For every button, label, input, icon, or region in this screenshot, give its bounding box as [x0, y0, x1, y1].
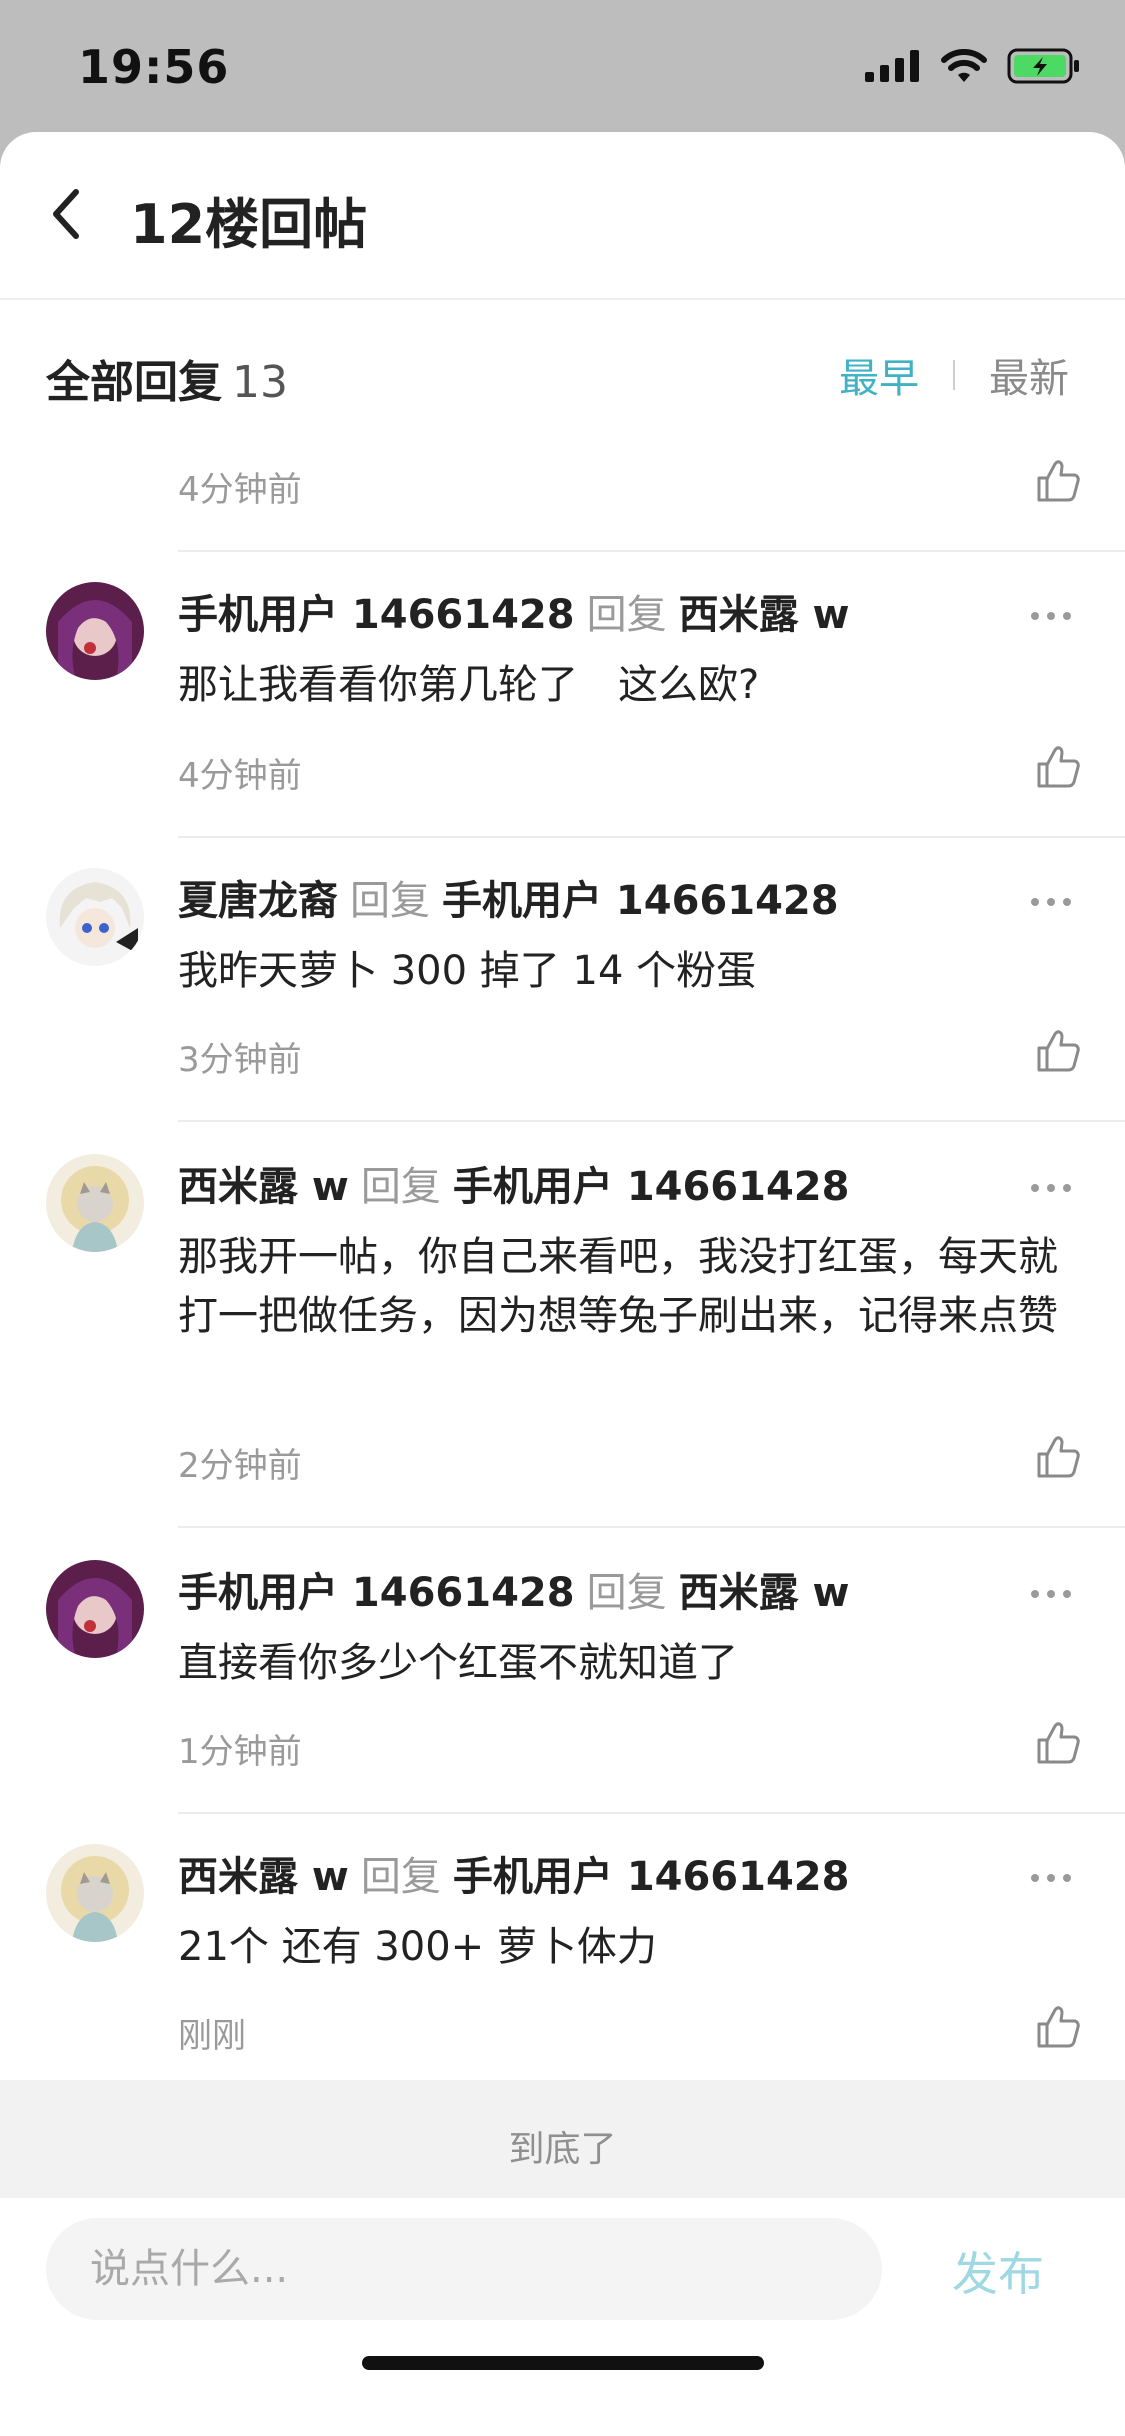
reply-target[interactable]: 西米露 w	[679, 1570, 850, 1616]
reply-word: 回复	[586, 1570, 667, 1616]
reply-word: 回复	[586, 592, 667, 638]
reply-time: 1分钟前	[178, 1732, 302, 1772]
more-options-icon[interactable]	[1029, 610, 1073, 622]
reply-content: 西米露 w 回复 手机用户 14661428 21个 还有 300+ 萝卜体力	[178, 1844, 1125, 1977]
avatar[interactable]	[46, 868, 144, 966]
status-icons	[865, 48, 1081, 84]
comment-input[interactable]	[46, 2218, 882, 2320]
reply-time: 刚刚	[178, 2016, 246, 2056]
like-icon[interactable]	[1035, 2004, 1081, 2050]
reply-divider	[178, 836, 1125, 838]
reply-author[interactable]: 手机用户 14661428	[178, 592, 575, 638]
reply-count: 13	[232, 357, 288, 408]
reply-content: 西米露 w 回复 手机用户 14661428 那我开一帖，你自己来看吧，我没打红蛋，…	[178, 1154, 1125, 1346]
reply-text[interactable]: 我昨天萝卜 300 掉了 14 个粉蛋	[178, 942, 1125, 1001]
reply-meta: 西米露 w 回复 手机用户 14661428	[178, 1154, 1125, 1212]
reply-time: 4分钟前	[178, 756, 302, 796]
more-options-icon[interactable]	[1029, 1588, 1073, 1600]
home-indicator	[362, 2356, 764, 2370]
avatar[interactable]	[46, 1154, 144, 1252]
more-options-icon[interactable]	[1029, 896, 1073, 908]
reply-content: 夏唐龙裔 回复 手机用户 14661428 我昨天萝卜 300 掉了 14 个粉蛋	[178, 868, 1125, 1001]
reply-time: 3分钟前	[178, 1040, 302, 1080]
battery-icon	[1007, 48, 1079, 84]
reply-text[interactable]: 那让我看看你第几轮了 这么欧?	[178, 656, 1125, 715]
avatar[interactable]	[46, 1560, 144, 1658]
like-icon[interactable]	[1035, 1028, 1081, 1074]
more-options-icon[interactable]	[1029, 1182, 1073, 1194]
sort-earliest-button[interactable]: 最早	[839, 346, 919, 404]
reply-target[interactable]: 西米露 w	[679, 592, 850, 638]
like-icon[interactable]	[1035, 744, 1081, 790]
publish-button[interactable]: 发布	[952, 2238, 1044, 2304]
sort-bar: 全部回复 13 最早 最新	[0, 300, 1125, 444]
more-options-icon[interactable]	[1029, 1872, 1073, 1884]
sort-toggle: 最早 最新	[839, 346, 1069, 404]
all-replies-label: 全部回复 13	[46, 346, 288, 410]
reply-word: 回复	[360, 1854, 441, 1900]
reply-sheet: 12楼回帖 全部回复 13 最早 最新 4分钟前 手机用户 14661428 回复西…	[0, 132, 1125, 2436]
reply-target[interactable]: 手机用户 14661428	[453, 1854, 850, 1900]
signal-icon	[865, 50, 919, 82]
reply-text[interactable]: 21个 还有 300+ 萝卜体力	[178, 1918, 1125, 1977]
reply-author[interactable]: 西米露 w	[178, 1164, 349, 1210]
reply-meta: 西米露 w 回复 手机用户 14661428	[178, 1844, 1125, 1902]
reply-content: 手机用户 14661428 回复 西米露 w 直接看你多少个红蛋不就知道了	[178, 1560, 1125, 1693]
reply-target[interactable]: 手机用户 14661428	[453, 1164, 850, 1210]
reply-time: 4分钟前	[178, 470, 302, 510]
avatar[interactable]	[46, 582, 144, 680]
reply-meta: 手机用户 14661428 回复 西米露 w	[178, 1560, 1125, 1618]
reply-divider	[178, 1120, 1125, 1122]
sort-latest-button[interactable]: 最新	[989, 346, 1069, 404]
reply-divider	[178, 1526, 1125, 1528]
status-bar: 19:56	[0, 0, 1125, 132]
reply-text[interactable]: 直接看你多少个红蛋不就知道了	[178, 1634, 1125, 1693]
like-icon[interactable]	[1035, 458, 1081, 504]
header: 12楼回帖	[0, 132, 1125, 300]
reply-word: 回复	[360, 1164, 441, 1210]
reply-author[interactable]: 西米露 w	[178, 1854, 349, 1900]
reply-author[interactable]: 手机用户 14661428	[178, 1570, 575, 1616]
avatar[interactable]	[46, 1844, 144, 1942]
reply-divider	[178, 1812, 1125, 1814]
reply-time: 2分钟前	[178, 1446, 302, 1486]
reply-divider	[178, 550, 1125, 552]
wifi-icon	[941, 49, 987, 82]
like-icon[interactable]	[1035, 1720, 1081, 1766]
back-arrow-icon[interactable]	[42, 184, 90, 244]
reply-content: 手机用户 14661428 回复 西米露 w 那让我看看你第几轮了 这么欧?	[178, 582, 1125, 715]
reply-meta: 手机用户 14661428 回复 西米露 w	[178, 582, 1125, 640]
reply-author[interactable]: 夏唐龙裔	[178, 878, 338, 924]
status-time: 19:56	[78, 40, 230, 94]
sort-separator	[953, 360, 955, 390]
like-icon[interactable]	[1035, 1434, 1081, 1480]
reply-target[interactable]: 手机用户 14661428	[442, 878, 839, 924]
all-replies-text: 全部回复	[46, 357, 222, 408]
composer: 发布	[0, 2198, 1125, 2436]
end-of-list: 到底了	[0, 2080, 1125, 2198]
page-title: 12楼回帖	[130, 193, 368, 256]
reply-text[interactable]: 那我开一帖，你自己来看吧，我没打红蛋，每天就打一把做任务，因为想等兔子刷出来，记…	[178, 1228, 1125, 1346]
reply-meta: 夏唐龙裔 回复 手机用户 14661428	[178, 868, 1125, 926]
reply-word: 回复	[350, 878, 430, 924]
end-label: 到底了	[508, 2129, 617, 2170]
